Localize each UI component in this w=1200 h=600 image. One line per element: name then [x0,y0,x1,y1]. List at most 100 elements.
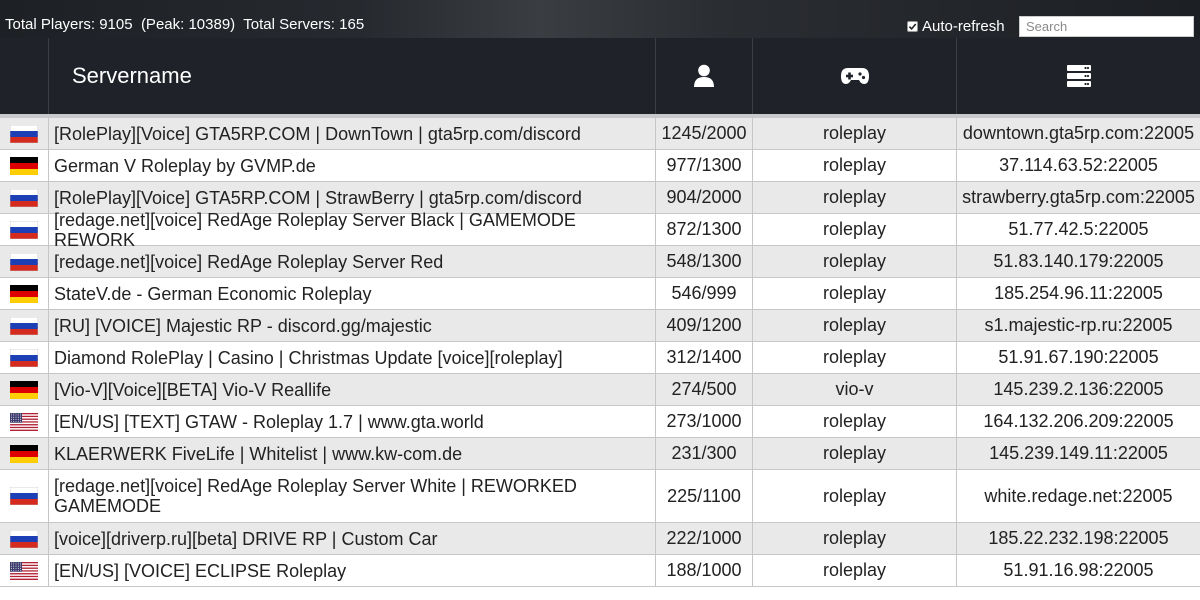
server-gamemode: vio-v [753,374,957,405]
russia-flag-icon [10,316,38,335]
server-name[interactable]: [EN/US] [VOICE] ECLIPSE Roleplay [49,555,656,586]
flag-cell [0,406,49,437]
server-name[interactable]: [Vio-V][Voice][BETA] Vio-V Reallife [49,374,656,405]
header-players[interactable] [656,38,753,114]
server-row[interactable]: [EN/US] [VOICE] ECLIPSE Roleplay 188/100… [0,555,1200,587]
server-address[interactable]: strawberry.gta5rp.com:22005 [957,182,1200,213]
server-row[interactable]: [redage.net][voice] RedAge Roleplay Serv… [0,246,1200,278]
server-gamemode: roleplay [753,470,957,522]
total-servers-label: Total Servers: [243,16,335,33]
header-gamemode[interactable] [753,38,957,114]
header-address[interactable] [957,38,1200,114]
server-address[interactable]: white.redage.net:22005 [957,470,1200,522]
flag-cell [0,342,49,373]
server-name[interactable]: [redage.net][voice] RedAge Roleplay Serv… [49,470,656,522]
flag-cell [0,214,49,245]
flag-cell [0,438,49,469]
gamepad-icon [840,68,869,84]
server-address[interactable]: 145.239.2.136:22005 [957,374,1200,405]
server-row[interactable]: KLAERWERK FiveLife | Whitelist | www.kw-… [0,438,1200,470]
peak-value: 10389) [188,16,236,33]
flag-cell [0,182,49,213]
server-address[interactable]: 145.239.149.11:22005 [957,438,1200,469]
server-row[interactable]: [redage.net][voice] RedAge Roleplay Serv… [0,470,1200,523]
server-address[interactable]: 51.91.67.190:22005 [957,342,1200,373]
server-address[interactable]: 185.254.96.11:22005 [957,278,1200,309]
server-players: 872/1300 [656,214,753,245]
flag-cell [0,555,49,586]
server-name[interactable]: [RolePlay][Voice] GTA5RP.COM | DownTown … [49,118,656,149]
total-players-value: 9105 [99,16,133,33]
server-players: 977/1300 [656,150,753,181]
server-address[interactable]: downtown.gta5rp.com:22005 [957,118,1200,149]
server-row[interactable]: Diamond RolePlay | Casino | Christmas Up… [0,342,1200,374]
server-players: 546/999 [656,278,753,309]
server-players: 188/1000 [656,555,753,586]
server-gamemode: roleplay [753,342,957,373]
server-gamemode: roleplay [753,310,957,341]
server-players: 225/1100 [656,470,753,522]
server-row[interactable]: [Vio-V][Voice][BETA] Vio-V Reallife 274/… [0,374,1200,406]
server-row[interactable]: [RU] [VOICE] Majestic RP - discord.gg/ma… [0,310,1200,342]
server-gamemode: roleplay [753,118,957,149]
server-row[interactable]: [RolePlay][Voice] GTA5RP.COM | DownTown … [0,118,1200,150]
server-row[interactable]: StateV.de - German Economic Roleplay 546… [0,278,1200,310]
server-table-body: [RolePlay][Voice] GTA5RP.COM | DownTown … [0,118,1200,587]
server-name[interactable]: StateV.de - German Economic Roleplay [49,278,656,309]
server-name[interactable]: [RolePlay][Voice] GTA5RP.COM | StrawBerr… [49,182,656,213]
total-players-label: Total Players: [5,16,96,33]
server-name[interactable]: German V Roleplay by GVMP.de [49,150,656,181]
server-row[interactable]: [voice][driverp.ru][beta] DRIVE RP | Cus… [0,523,1200,555]
server-gamemode: roleplay [753,278,957,309]
usa-flag-icon [10,412,38,431]
server-address[interactable]: 164.132.206.209:22005 [957,406,1200,437]
server-row[interactable]: [redage.net][voice] RedAge Roleplay Serv… [0,210,1200,250]
germany-flag-icon [10,284,38,303]
server-address[interactable]: 51.77.42.5:22005 [957,214,1200,245]
total-servers-value: 165 [339,16,365,33]
flag-cell [0,374,49,405]
auto-refresh-toggle[interactable]: Auto-refresh [907,17,1005,35]
server-list-page: Total Players: 9105 (Peak: 10389) Total … [0,0,1200,600]
server-name[interactable]: [redage.net][voice] RedAge Roleplay Serv… [49,210,656,250]
server-row[interactable]: German V Roleplay by GVMP.de 977/1300 ro… [0,150,1200,182]
server-gamemode: roleplay [753,438,957,469]
server-row[interactable]: [EN/US] [TEXT] GTAW - Roleplay 1.7 | www… [0,406,1200,438]
flag-cell [0,310,49,341]
russia-flag-icon [10,487,38,505]
auto-refresh-label: Auto-refresh [922,17,1005,35]
russia-flag-icon [10,188,38,207]
server-name[interactable]: [RU] [VOICE] Majestic RP - discord.gg/ma… [49,310,656,341]
server-name[interactable]: Diamond RolePlay | Casino | Christmas Up… [49,342,656,373]
top-bar: Total Players: 9105 (Peak: 10389) Total … [0,0,1200,38]
server-players: 904/2000 [656,182,753,213]
server-icon [1066,65,1091,87]
germany-flag-icon [10,444,38,463]
germany-flag-icon [10,156,38,175]
auto-refresh-checkbox[interactable] [907,20,918,32]
server-address[interactable]: 51.83.140.179:22005 [957,246,1200,277]
server-name[interactable]: [EN/US] [TEXT] GTAW - Roleplay 1.7 | www… [49,406,656,437]
check-icon [908,22,917,30]
search-input[interactable] [1019,16,1194,37]
server-players: 222/1000 [656,523,753,554]
server-gamemode: roleplay [753,182,957,213]
server-gamemode: roleplay [753,406,957,437]
server-address[interactable]: s1.majestic-rp.ru:22005 [957,310,1200,341]
server-players: 1245/2000 [656,118,753,149]
server-name[interactable]: [voice][driverp.ru][beta] DRIVE RP | Cus… [49,523,656,554]
flag-cell [0,150,49,181]
server-address[interactable]: 37.114.63.52:22005 [957,150,1200,181]
server-players: 273/1000 [656,406,753,437]
header-servername[interactable]: Servername [49,38,656,114]
server-address[interactable]: 185.22.232.198:22005 [957,523,1200,554]
header-flag-column [0,38,49,114]
flag-cell [0,470,49,522]
server-name[interactable]: [redage.net][voice] RedAge Roleplay Serv… [49,246,656,277]
russia-flag-icon [10,529,38,548]
server-address[interactable]: 51.91.16.98:22005 [957,555,1200,586]
flag-cell [0,278,49,309]
server-gamemode: roleplay [753,523,957,554]
server-name[interactable]: KLAERWERK FiveLife | Whitelist | www.kw-… [49,438,656,469]
server-players: 548/1300 [656,246,753,277]
